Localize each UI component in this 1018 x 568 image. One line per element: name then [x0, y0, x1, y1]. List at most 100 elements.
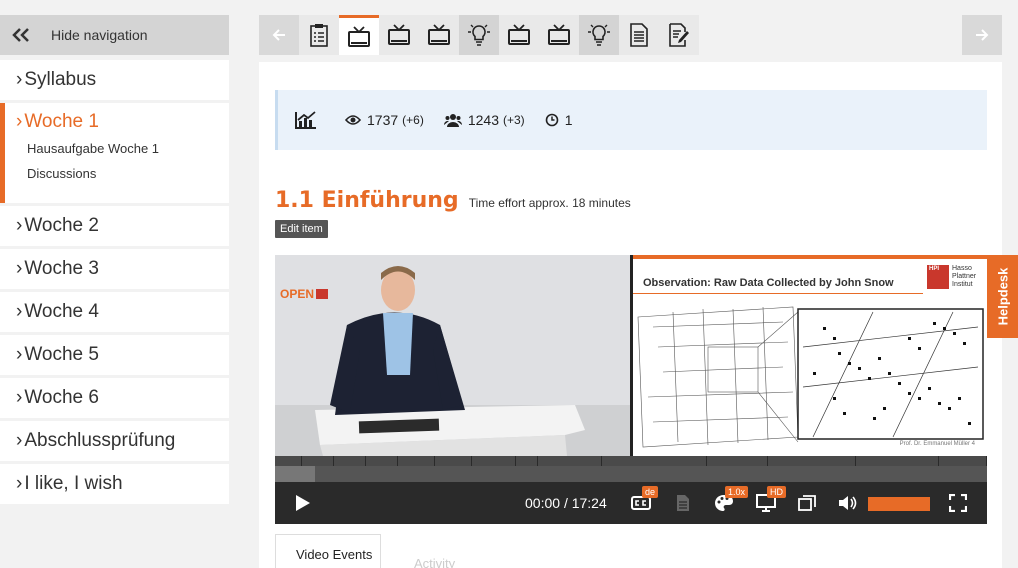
nav-item-woche-2[interactable]: › Woche 2 [0, 206, 229, 246]
chevron-right-icon: › [16, 473, 23, 494]
time-display: 00:00 / 17:24 [525, 495, 607, 511]
toolbar-item-video-1[interactable] [339, 15, 379, 55]
chevron-right-icon: › [16, 258, 23, 279]
nav-item-label: Woche 1 [24, 111, 99, 132]
survey-icon [310, 24, 328, 47]
chevron-right-icon: › [16, 111, 23, 132]
quality-button[interactable]: HD [755, 486, 786, 514]
users-delta: (+3) [503, 113, 525, 127]
users-count: 1243 [467, 112, 499, 128]
nav-item-syllabus[interactable]: › Syllabus [0, 60, 229, 100]
buffered-range [275, 466, 315, 482]
picture-in-picture-button[interactable] [796, 492, 818, 514]
arrow-right-icon [976, 29, 989, 41]
toolbar-item-assignment[interactable] [659, 15, 699, 55]
views-stat: 1737 (+6) [345, 112, 424, 128]
helpdesk-button[interactable]: Helpdesk [987, 255, 1018, 338]
lightbulb-icon [468, 24, 490, 46]
time-effort: Time effort approx. 18 minutes [468, 196, 631, 210]
nav-item-label: I like, I wish [24, 473, 123, 494]
subtitles-button[interactable]: de [630, 486, 659, 514]
nav-item-woche-5[interactable]: › Woche 5 [0, 335, 229, 375]
toolbar-item-quiz-2[interactable] [579, 15, 619, 55]
video-icon [388, 24, 410, 45]
nav-subitem-discussions[interactable]: Discussions [27, 166, 96, 181]
video-icon [508, 24, 530, 45]
views-delta: (+6) [402, 113, 424, 127]
volume-icon [839, 496, 857, 510]
nav-item-label: Woche 3 [24, 258, 99, 279]
fullscreen-button[interactable] [947, 492, 969, 514]
item-toolbar [259, 15, 699, 55]
nav-item-woche-1[interactable]: › Woche 1 Hausaufgabe Woche 1 Discussion… [0, 103, 229, 203]
progress-bar[interactable] [275, 466, 987, 482]
chapter-segments[interactable] [275, 456, 987, 466]
chevron-right-icon: › [16, 301, 23, 322]
nav-item-label: Woche 2 [24, 215, 99, 236]
play-icon [296, 495, 310, 511]
stats-chart-link[interactable] [295, 111, 323, 129]
video-icon [428, 24, 450, 45]
timer-count: 1 [564, 112, 573, 128]
toolbar-item-video-4[interactable] [499, 15, 539, 55]
edit-item-button[interactable]: Edit item [275, 220, 328, 238]
nav-item-woche-3[interactable]: › Woche 3 [0, 249, 229, 289]
toolbar-item-video-5[interactable] [539, 15, 579, 55]
slide-video[interactable]: Observation: Raw Data Collected by John … [633, 255, 987, 456]
duration: 17:24 [571, 495, 607, 511]
toolbar-item-video-3[interactable] [419, 15, 459, 55]
nav-item-abschlusspruefung[interactable]: › Abschlussprüfung [0, 421, 229, 461]
volume-slider[interactable] [868, 497, 930, 511]
nav-item-label: Woche 4 [24, 301, 99, 322]
chevron-right-icon: › [16, 387, 23, 408]
toolbar-item-video-2[interactable] [379, 15, 419, 55]
current-time: 00:00 [525, 495, 561, 511]
nav-item-i-like-i-wish[interactable]: › I like, I wish [0, 464, 229, 504]
subtitle-language-badge: de [642, 486, 659, 498]
tab-activity[interactable]: Activity [414, 556, 455, 568]
john-snow-map [637, 306, 984, 448]
fullscreen-icon [949, 494, 967, 512]
playback-speed-button[interactable]: 1.0x [713, 486, 749, 514]
toolbar-item-survey[interactable] [299, 15, 339, 55]
chevron-right-icon: › [16, 430, 23, 451]
video-icon [348, 25, 370, 47]
item-title: 1.1 Einführung [275, 188, 459, 213]
play-button[interactable] [295, 494, 311, 517]
hpi-logo: HPI Hasso Plattner Institut [927, 265, 977, 289]
lecturer-video[interactable]: OPEN [275, 255, 630, 456]
transcript-button[interactable] [672, 492, 694, 514]
item-statistics: 1737 (+6) 1243 (+3) 1 [275, 90, 987, 150]
eye-icon [345, 114, 361, 126]
users-stat: 1243 (+3) [443, 112, 525, 128]
chevron-right-icon: › [16, 344, 23, 365]
nav-item-label: Woche 5 [24, 344, 99, 365]
pip-icon [798, 495, 816, 511]
bar-chart-icon [295, 111, 317, 129]
course-navigation: Hide navigation › Syllabus › Woche 1 Hau… [0, 15, 229, 504]
nav-item-label: Syllabus [24, 69, 97, 90]
toolbar-item-quiz-1[interactable] [459, 15, 499, 55]
player-controls: 00:00 / 17:24 de 1.0x HD [275, 482, 987, 524]
main-content: 1737 (+6) 1243 (+3) 1 1.1 Einführung Tim… [259, 62, 1002, 568]
hide-navigation-button[interactable]: Hide navigation [0, 15, 229, 55]
slide-title: Observation: Raw Data Collected by John … [643, 277, 894, 289]
playback-speed-badge: 1.0x [725, 486, 749, 498]
chevron-right-icon: › [16, 215, 23, 236]
quality-badge: HD [767, 486, 786, 498]
video-player[interactable]: OPEN Observation: Raw Data Collected by … [275, 255, 987, 524]
nav-item-woche-4[interactable]: › Woche 4 [0, 292, 229, 332]
timer-stat: 1 [545, 112, 573, 128]
clock-icon [545, 113, 559, 127]
nav-item-woche-6[interactable]: › Woche 6 [0, 378, 229, 418]
nav-subitem-hausaufgabe[interactable]: Hausaufgabe Woche 1 [27, 141, 159, 156]
document-icon [630, 23, 648, 47]
prev-item-button[interactable] [259, 15, 299, 55]
next-item-button[interactable] [962, 15, 1002, 55]
tab-video-events[interactable]: Video Events [275, 534, 381, 568]
toolbar-item-document[interactable] [619, 15, 659, 55]
arrow-left-icon [272, 29, 285, 41]
mute-button[interactable] [837, 492, 859, 514]
item-header: 1.1 Einführung Time effort approx. 18 mi… [275, 188, 631, 213]
views-count: 1737 [367, 112, 399, 128]
